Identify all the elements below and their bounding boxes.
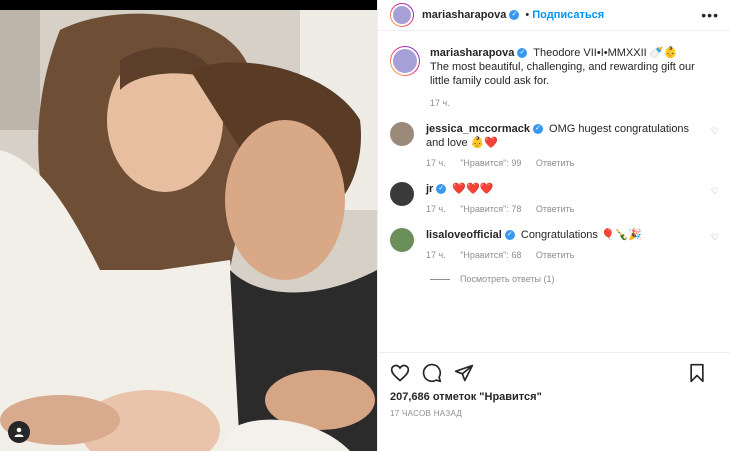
verified-icon: ✓ [517, 48, 528, 59]
heart-icon [390, 364, 410, 382]
verified-icon: ✓ [509, 10, 520, 20]
caption-username[interactable]: mariasharapova [430, 47, 514, 59]
comment-item: lisaloveofficial ✓ Congratulations 🎈🍾🎉 17… [378, 228, 730, 260]
comment-icon [422, 363, 442, 383]
comment-text: Congratulations 🎈🍾🎉 [520, 229, 643, 241]
comment-likes[interactable]: "Нравится": 99 [460, 158, 521, 168]
verified-icon: ✓ [436, 184, 447, 195]
comment-time: 17 ч. [426, 204, 446, 214]
instagram-post-modal: mariasharapova ✓ • Подписаться ••• maria… [0, 0, 730, 451]
more-options-button[interactable]: ••• [701, 7, 719, 23]
reply-button[interactable]: Ответить [536, 158, 574, 168]
share-icon [454, 364, 474, 382]
verified-icon: ✓ [504, 230, 515, 241]
author-avatar-small[interactable] [390, 46, 420, 76]
comment-likes[interactable]: "Нравится": 68 [460, 250, 521, 260]
verified-icon: ✓ [532, 124, 543, 135]
post-header: mariasharapova ✓ • Подписаться ••• [378, 0, 730, 31]
view-replies-button[interactable]: Посмотреть ответы (1) [378, 274, 730, 284]
post-photo[interactable] [0, 10, 377, 451]
reply-button[interactable]: Ответить [536, 204, 574, 214]
comments-list[interactable]: mariasharapova ✓ Theodore VII•I•MMXXII 🍼👶… [378, 36, 730, 351]
comment-item: jr ✓ ❤️❤️❤️ 17 ч. "Нравится": 78 Ответить… [378, 182, 730, 214]
commenter-avatar[interactable] [390, 182, 414, 206]
comment-likes[interactable]: "Нравится": 78 [460, 204, 521, 214]
comment-time: 17 ч. [426, 250, 446, 260]
caption-time: 17 ч. [430, 98, 450, 108]
comment-like-icon[interactable]: ♡ [711, 182, 719, 214]
comment-item: jessica_mccormack ✓ OMG hugest congratula… [378, 122, 730, 168]
comment-like-icon[interactable]: ♡ [711, 122, 719, 168]
bookmark-icon [690, 363, 704, 383]
comment-time: 17 ч. [426, 158, 446, 168]
save-button[interactable] [687, 363, 707, 383]
comment-button[interactable] [422, 363, 442, 383]
post-timestamp: 17 ЧАСОВ НАЗАД [390, 409, 463, 418]
comment-like-icon[interactable]: ♡ [711, 228, 719, 260]
post-actions: 207,686 отметок "Нравится" 17 ЧАСОВ НАЗА… [378, 352, 730, 418]
post-side-panel: mariasharapova ✓ • Подписаться ••• maria… [377, 0, 730, 451]
like-button[interactable] [390, 363, 410, 383]
reply-button[interactable]: Ответить [536, 250, 574, 260]
share-button[interactable] [454, 363, 474, 383]
caption: mariasharapova ✓ Theodore VII•I•MMXXII 🍼👶… [378, 46, 730, 108]
caption-body: The most beautiful, challenging, and rew… [430, 61, 695, 87]
view-replies-label: Посмотреть ответы (1) [460, 274, 555, 284]
separator-dot: • [525, 9, 530, 21]
comment-text: ❤️❤️❤️ [452, 183, 494, 195]
comment-username[interactable]: jessica_mccormack [426, 123, 530, 135]
tag-person-button[interactable] [8, 421, 30, 443]
likes-count[interactable]: 207,686 отметок "Нравится" [390, 391, 719, 403]
family-photo-illustration [0, 10, 377, 451]
comment-username[interactable]: jr [426, 183, 433, 195]
tag-person-icon [14, 427, 24, 437]
follow-button[interactable]: Подписаться [532, 9, 604, 21]
commenter-avatar[interactable] [390, 228, 414, 252]
author-avatar[interactable] [390, 3, 414, 27]
caption-title: Theodore VII•I•MMXXII 🍼👶 [533, 47, 678, 59]
comment-username[interactable]: lisaloveofficial [426, 229, 502, 241]
commenter-avatar[interactable] [390, 122, 414, 146]
author-username[interactable]: mariasharapova [422, 9, 506, 21]
